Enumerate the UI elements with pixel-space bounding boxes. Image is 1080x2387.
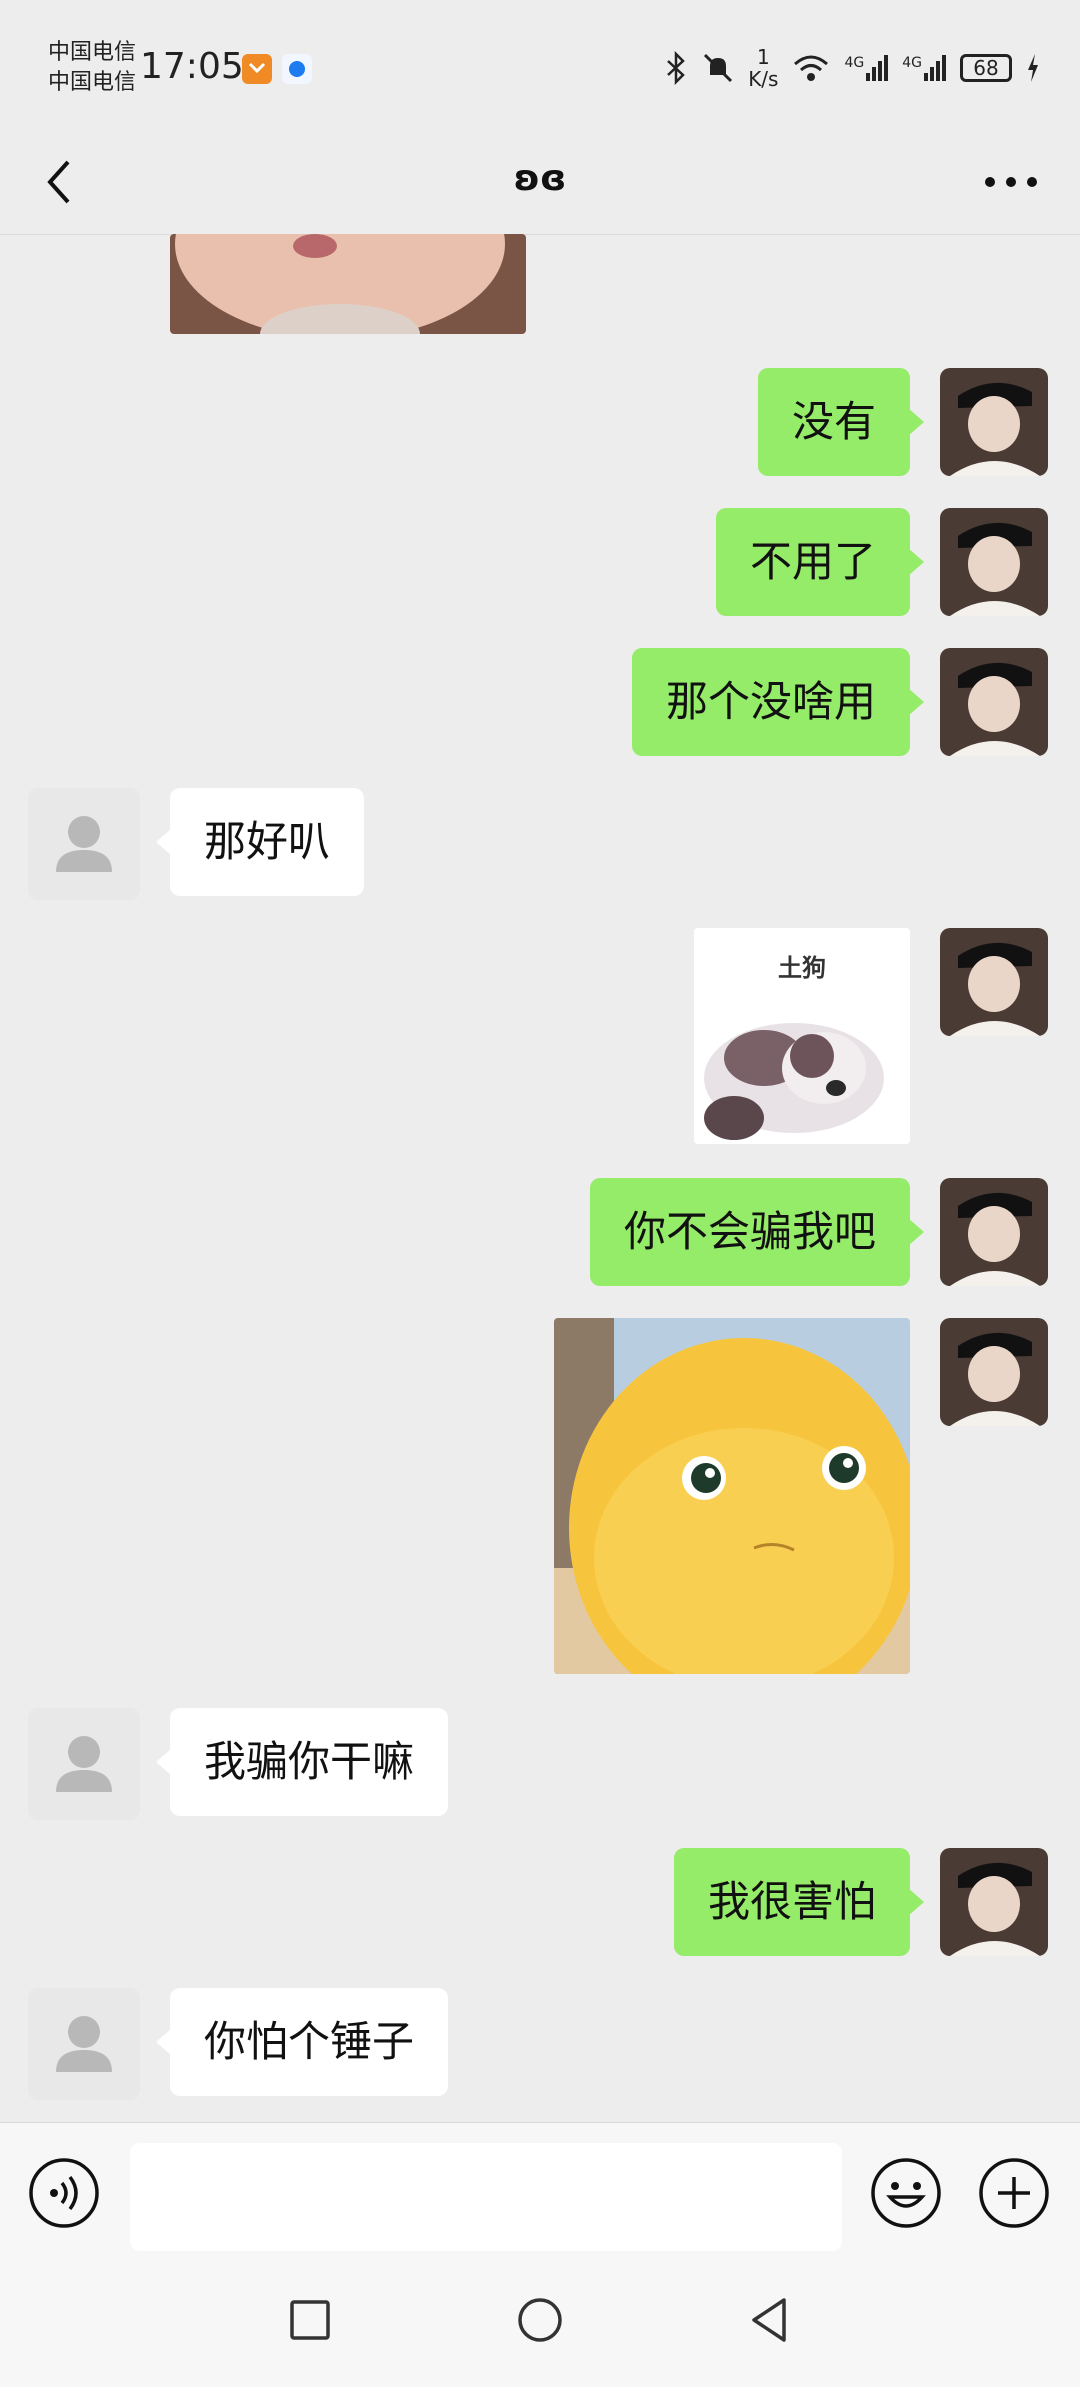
battery-level: 68	[973, 56, 999, 80]
shield-app-icon	[242, 54, 272, 84]
default-user-icon	[56, 2016, 112, 2072]
photo-message[interactable]	[170, 234, 526, 334]
contact-avatar[interactable]	[28, 788, 140, 900]
contact-avatar[interactable]	[28, 1708, 140, 1820]
battery-icon: 68	[960, 54, 1012, 82]
carrier-1: 中国电信	[48, 40, 137, 65]
browser-app-icon	[282, 54, 312, 84]
bluetooth-icon	[667, 51, 685, 85]
bell-muted-icon	[704, 53, 733, 83]
sticker-message[interactable]: 土狗	[694, 928, 910, 1144]
message-bubble-sent[interactable]: 那个没啥用	[631, 648, 925, 756]
back-nav-button[interactable]	[740, 2290, 800, 2350]
more-options-button[interactable]	[976, 152, 1046, 212]
status-bar: 中国电信 中国电信 17:05 1 K/s 4G 4G 68	[0, 0, 1080, 130]
carrier-2: 中国电信	[48, 70, 137, 95]
message-bubble-received[interactable]: 那好叭	[155, 788, 365, 896]
smiley-icon	[871, 2158, 941, 2228]
emoji-button[interactable]	[870, 2157, 942, 2229]
contact-avatar[interactable]	[28, 1988, 140, 2100]
signal-1-label: 4G	[844, 55, 865, 71]
message-input[interactable]	[130, 2143, 842, 2251]
message-bubble-sent[interactable]: 没有	[757, 368, 925, 476]
voice-input-button[interactable]	[28, 2157, 100, 2229]
my-avatar[interactable]	[940, 1178, 1048, 1286]
my-avatar[interactable]	[940, 1318, 1048, 1426]
status-icons: 1 K/s 4G 4G 68	[664, 46, 1040, 90]
message-bubble-received[interactable]: 我骗你干嘛	[155, 1708, 449, 1816]
plus-icon	[979, 2158, 1049, 2228]
message-bubble-sent[interactable]: 你不会骗我吧	[589, 1178, 925, 1286]
input-bar	[0, 2122, 1080, 2263]
wifi-icon	[794, 55, 829, 81]
chat-header: ʚɞ	[0, 130, 1080, 235]
message-list[interactable]: 没有 不用了 那个没啥用 那好叭 土狗 你不会骗我吧 我骗你干嘛 我很害怕 你怕…	[0, 234, 1080, 2122]
recents-button[interactable]	[280, 2290, 340, 2350]
charging-icon	[1028, 54, 1038, 82]
carrier-labels: 中国电信 中国电信	[48, 38, 136, 98]
net-speed-value: 1	[756, 45, 770, 69]
message-bubble-sent[interactable]: 不用了	[715, 508, 925, 616]
signal-1-icon: 4G	[844, 55, 889, 81]
my-avatar[interactable]	[940, 1848, 1048, 1956]
triangle-back-icon	[752, 2298, 786, 2342]
default-user-icon	[56, 816, 112, 872]
net-speed-unit: K/s	[748, 67, 779, 91]
more-dots-icon	[985, 177, 1037, 187]
home-button[interactable]	[510, 2290, 570, 2350]
default-user-icon	[56, 1736, 112, 1792]
circle-icon	[518, 2298, 562, 2342]
message-bubble-sent[interactable]: 我很害怕	[673, 1848, 925, 1956]
my-avatar[interactable]	[940, 648, 1048, 756]
voice-icon	[29, 2158, 99, 2228]
sticker-message[interactable]	[554, 1318, 910, 1674]
more-functions-button[interactable]	[978, 2157, 1050, 2229]
system-nav-bar	[0, 2262, 1080, 2387]
signal-2-label: 4G	[902, 55, 922, 71]
net-speed: 1 K/s	[748, 46, 778, 90]
my-avatar[interactable]	[940, 368, 1048, 476]
my-avatar[interactable]	[940, 928, 1048, 1036]
chat-title: ʚɞ	[513, 158, 567, 199]
message-bubble-received[interactable]: 你怕个锤子	[155, 1988, 449, 2096]
my-avatar[interactable]	[940, 508, 1048, 616]
clock: 17:05	[140, 46, 244, 87]
square-icon	[290, 2300, 330, 2340]
signal-2-icon: 4G	[902, 55, 946, 81]
